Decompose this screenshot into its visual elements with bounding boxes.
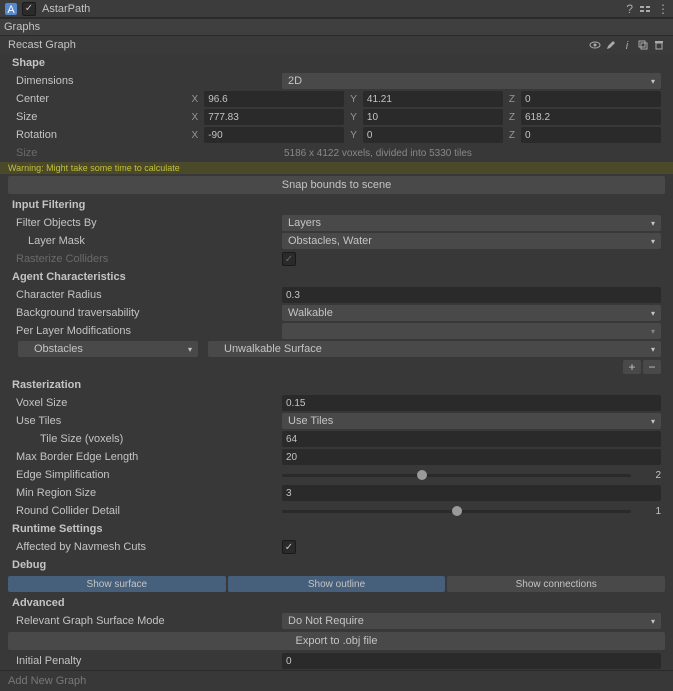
voxel-size-input[interactable] [282,395,661,411]
traversability-dropdown[interactable]: Walkable [282,305,661,321]
graphs-section-header[interactable]: Graphs [0,18,673,36]
radius-label: Character Radius [12,289,282,301]
edge-simp-label: Edge Simplification [12,469,282,481]
mod-surface-dropdown[interactable]: Unwalkable Surface [208,341,661,357]
info-icon[interactable]: i [621,39,633,51]
rotation-y-input[interactable] [363,127,503,143]
preset-icon[interactable] [639,3,651,15]
round-collider-slider[interactable] [282,510,631,513]
dimensions-dropdown[interactable]: 2D [282,73,661,89]
filter-by-dropdown[interactable]: Layers [282,215,661,231]
size-y-input[interactable] [363,109,503,125]
enable-checkbox[interactable]: ✓ [22,2,36,16]
input-filtering-label: Input Filtering [0,196,673,214]
rotation-label: Rotation [12,129,188,141]
eye-icon[interactable] [589,39,601,51]
add-new-graph[interactable]: Add New Graph [0,670,673,691]
per-layer-label: Per Layer Modifications [12,325,282,337]
use-tiles-label: Use Tiles [12,415,282,427]
rotation-z-input[interactable] [521,127,661,143]
size-x-input[interactable] [204,109,344,125]
shape-label: Shape [0,54,673,72]
remove-modification-button[interactable]: − [643,360,661,374]
warning-text: Warning: Might take some time to calcula… [0,162,673,174]
show-connections-button[interactable]: Show connections [447,576,665,592]
center-x-input[interactable] [204,91,344,107]
modification-row: Obstacles Unwalkable Surface [0,340,673,358]
runtime-label: Runtime Settings [0,520,673,538]
center-label: Center [12,93,188,105]
surface-mode-label: Relevant Graph Surface Mode [12,615,282,627]
size-label: Size [12,111,188,123]
inspector-header: A ✓ AstarPath ? ⋮ [0,0,673,18]
trash-icon[interactable] [653,39,665,51]
show-outline-button[interactable]: Show outline [228,576,446,592]
menu-icon[interactable]: ⋮ [657,2,669,16]
graph-name: Recast Graph [8,39,76,51]
rotation-x-input[interactable] [204,127,344,143]
center-z-input[interactable] [521,91,661,107]
voxel-size-label: Voxel Size [12,397,282,409]
component-title: AstarPath [40,3,626,15]
initial-penalty-label: Initial Penalty [12,655,282,667]
mod-layer-dropdown[interactable]: Obstacles [18,341,198,357]
debug-label: Debug [0,556,673,574]
layer-mask-dropdown[interactable]: Obstacles, Water [282,233,661,249]
tile-size-input[interactable] [282,431,661,447]
x-label: X [188,94,203,105]
center-y-input[interactable] [363,91,503,107]
min-region-label: Min Region Size [12,487,282,499]
show-surface-button[interactable]: Show surface [8,576,226,592]
min-region-input[interactable] [282,485,661,501]
size-info-label: Size [12,147,282,159]
round-collider-value: 1 [637,506,661,517]
tile-size-label: Tile Size (voxels) [12,433,282,445]
per-layer-dropdown[interactable] [282,323,661,339]
filter-by-label: Filter Objects By [12,217,282,229]
pencil-icon[interactable] [605,39,617,51]
size-z-input[interactable] [521,109,661,125]
surface-mode-dropdown[interactable]: Do Not Require [282,613,661,629]
dimensions-label: Dimensions [12,75,282,87]
radius-input[interactable] [282,287,661,303]
initial-penalty-input[interactable] [282,653,661,669]
max-border-input[interactable] [282,449,661,465]
graph-header[interactable]: Recast Graph i [0,36,673,54]
export-obj-button[interactable]: Export to .obj file [8,632,665,650]
edge-simp-slider[interactable] [282,474,631,477]
svg-text:A: A [7,4,15,16]
snap-bounds-button[interactable]: Snap bounds to scene [8,176,665,194]
use-tiles-dropdown[interactable]: Use Tiles [282,413,661,429]
help-icon[interactable]: ? [626,2,633,16]
y-label: Y [346,94,361,105]
max-border-label: Max Border Edge Length [12,451,282,463]
rasterization-label: Rasterization [0,376,673,394]
agent-label: Agent Characteristics [0,268,673,286]
navmesh-cuts-label: Affected by Navmesh Cuts [12,541,282,553]
round-collider-label: Round Collider Detail [12,505,282,517]
edge-simp-value: 2 [637,470,661,481]
rasterize-colliders-label: Rasterize Colliders [12,253,282,265]
rasterize-colliders-checkbox: ✓ [282,252,296,266]
z-label: Z [505,94,519,105]
traversability-label: Background traversability [12,307,282,319]
add-modification-button[interactable]: + [623,360,641,374]
duplicate-icon[interactable] [637,39,649,51]
layer-mask-label: Layer Mask [12,235,282,247]
svg-text:i: i [626,40,629,51]
script-icon: A [4,2,18,16]
advanced-label: Advanced [0,594,673,612]
navmesh-cuts-checkbox[interactable]: ✓ [282,540,296,554]
size-info-text: 5186 x 4122 voxels, divided into 5330 ti… [282,148,472,159]
